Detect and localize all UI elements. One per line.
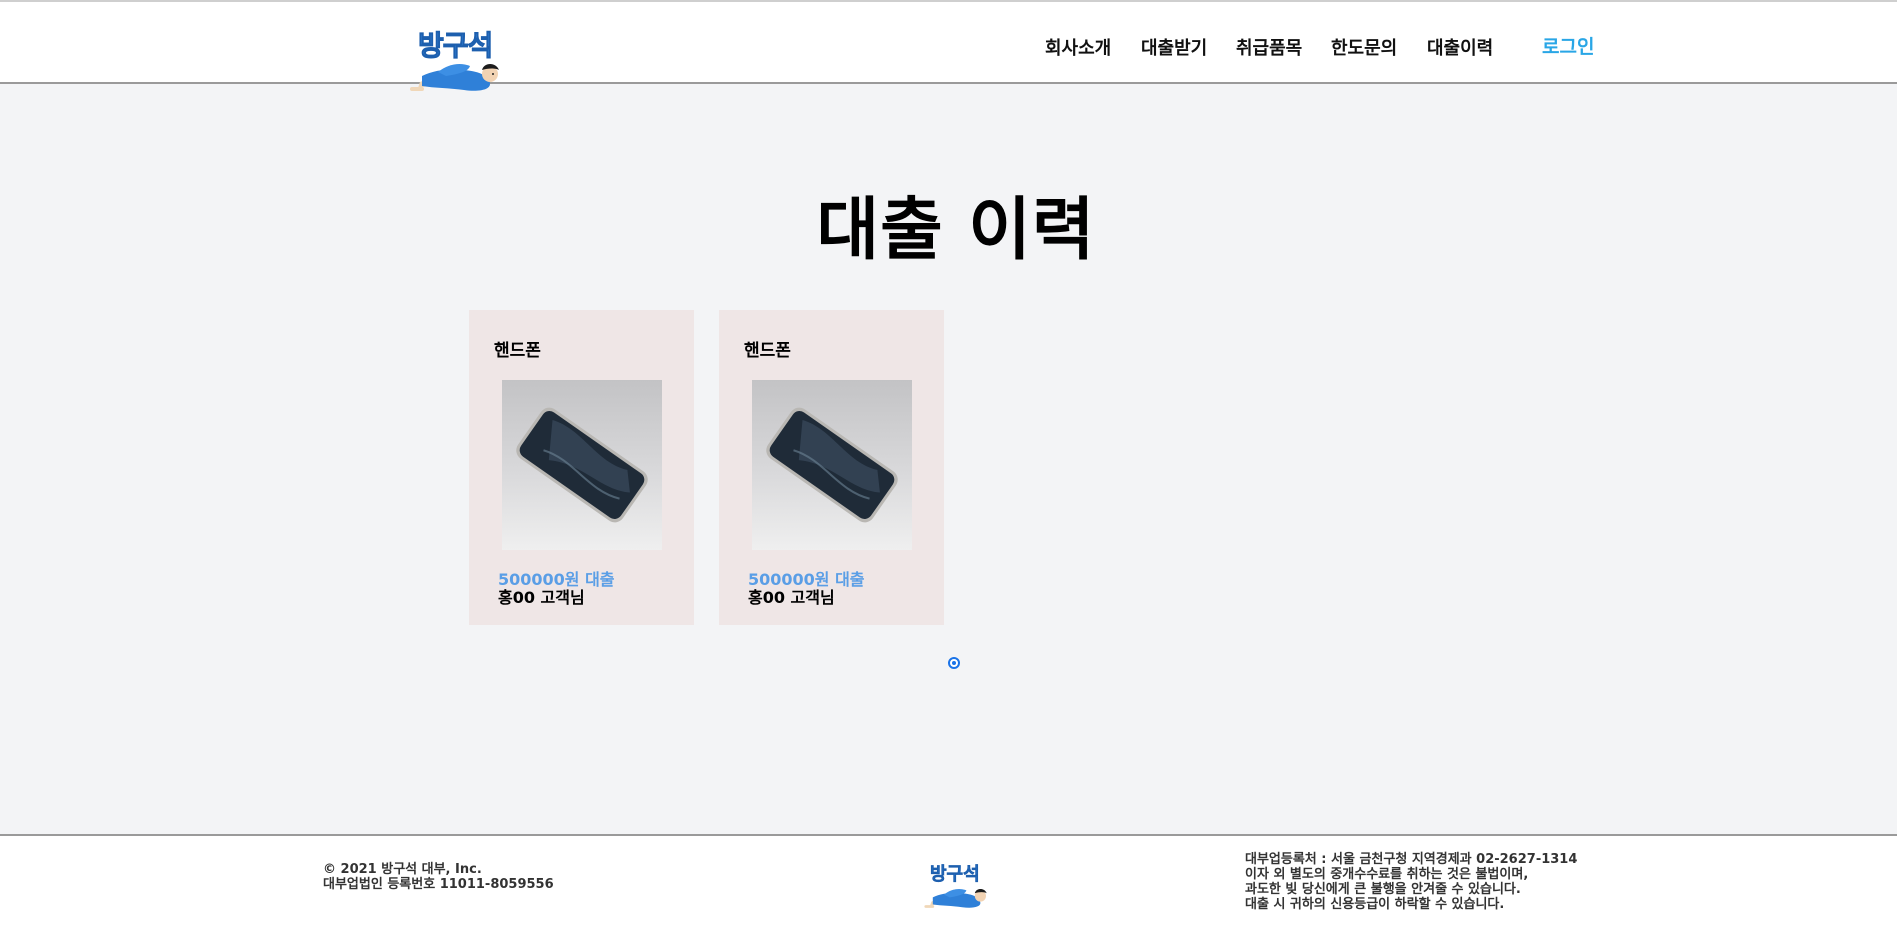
notice-line: 대출 시 귀하의 신용등급이 하락할 수 있습니다.	[1245, 897, 1505, 912]
loan-card[interactable]: 핸드폰 500000원 대출 홍00 고객님	[469, 310, 694, 625]
lying-person-icon	[410, 64, 499, 91]
card-customer: 홍00 고객님	[498, 588, 585, 607]
site-footer: © 2021 방구석 대부, Inc. 대부업법인 등록번호 11011-805…	[0, 834, 1897, 940]
site-header: 방구석 회사소개 대출받기 취급품목 한도문의 대출이력 로그인	[0, 2, 1897, 91]
page-title: 대출 이력	[816, 190, 1096, 270]
copyright-text: © 2021 방구석 대부, Inc.	[323, 862, 482, 877]
pagination-dot-active[interactable]	[948, 657, 960, 669]
loan-card[interactable]: 핸드폰 500000원 대출 홍00 고객님	[719, 310, 944, 625]
registration-number: 대부업법인 등록번호 11011-8059556	[323, 877, 554, 892]
phone-image	[502, 380, 662, 550]
site-logo[interactable]: 방구석	[398, 24, 513, 104]
notice-line: 이자 외 별도의 중개수수료를 취하는 것은 불법이며,	[1245, 867, 1529, 882]
nav-loan-history[interactable]: 대출이력	[1427, 34, 1493, 60]
lying-person-icon	[924, 889, 987, 908]
nav-company-intro[interactable]: 회사소개	[1045, 34, 1111, 60]
footer-legal-notice: 대부업등록처 : 서울 금천구청 지역경제과 02-2627-1314 이자 외…	[1245, 852, 1577, 912]
footer-logo[interactable]: 방구석	[916, 860, 996, 916]
phone-image	[752, 380, 912, 550]
nav-get-loan[interactable]: 대출받기	[1141, 34, 1207, 60]
card-category: 핸드폰	[744, 341, 791, 361]
card-category: 핸드폰	[494, 341, 541, 361]
nav-limit-inquiry[interactable]: 한도문의	[1331, 34, 1397, 60]
nav-items[interactable]: 취급품목	[1236, 34, 1302, 60]
footer-company-info: © 2021 방구석 대부, Inc. 대부업법인 등록번호 11011-805…	[323, 862, 554, 892]
notice-line: 대부업등록처 : 서울 금천구청 지역경제과 02-2627-1314	[1245, 852, 1578, 867]
card-customer: 홍00 고객님	[748, 588, 835, 607]
notice-line: 과도한 빚 당신에게 큰 불행을 안겨줄 수 있습니다.	[1245, 882, 1521, 897]
login-link[interactable]: 로그인	[1542, 32, 1594, 59]
